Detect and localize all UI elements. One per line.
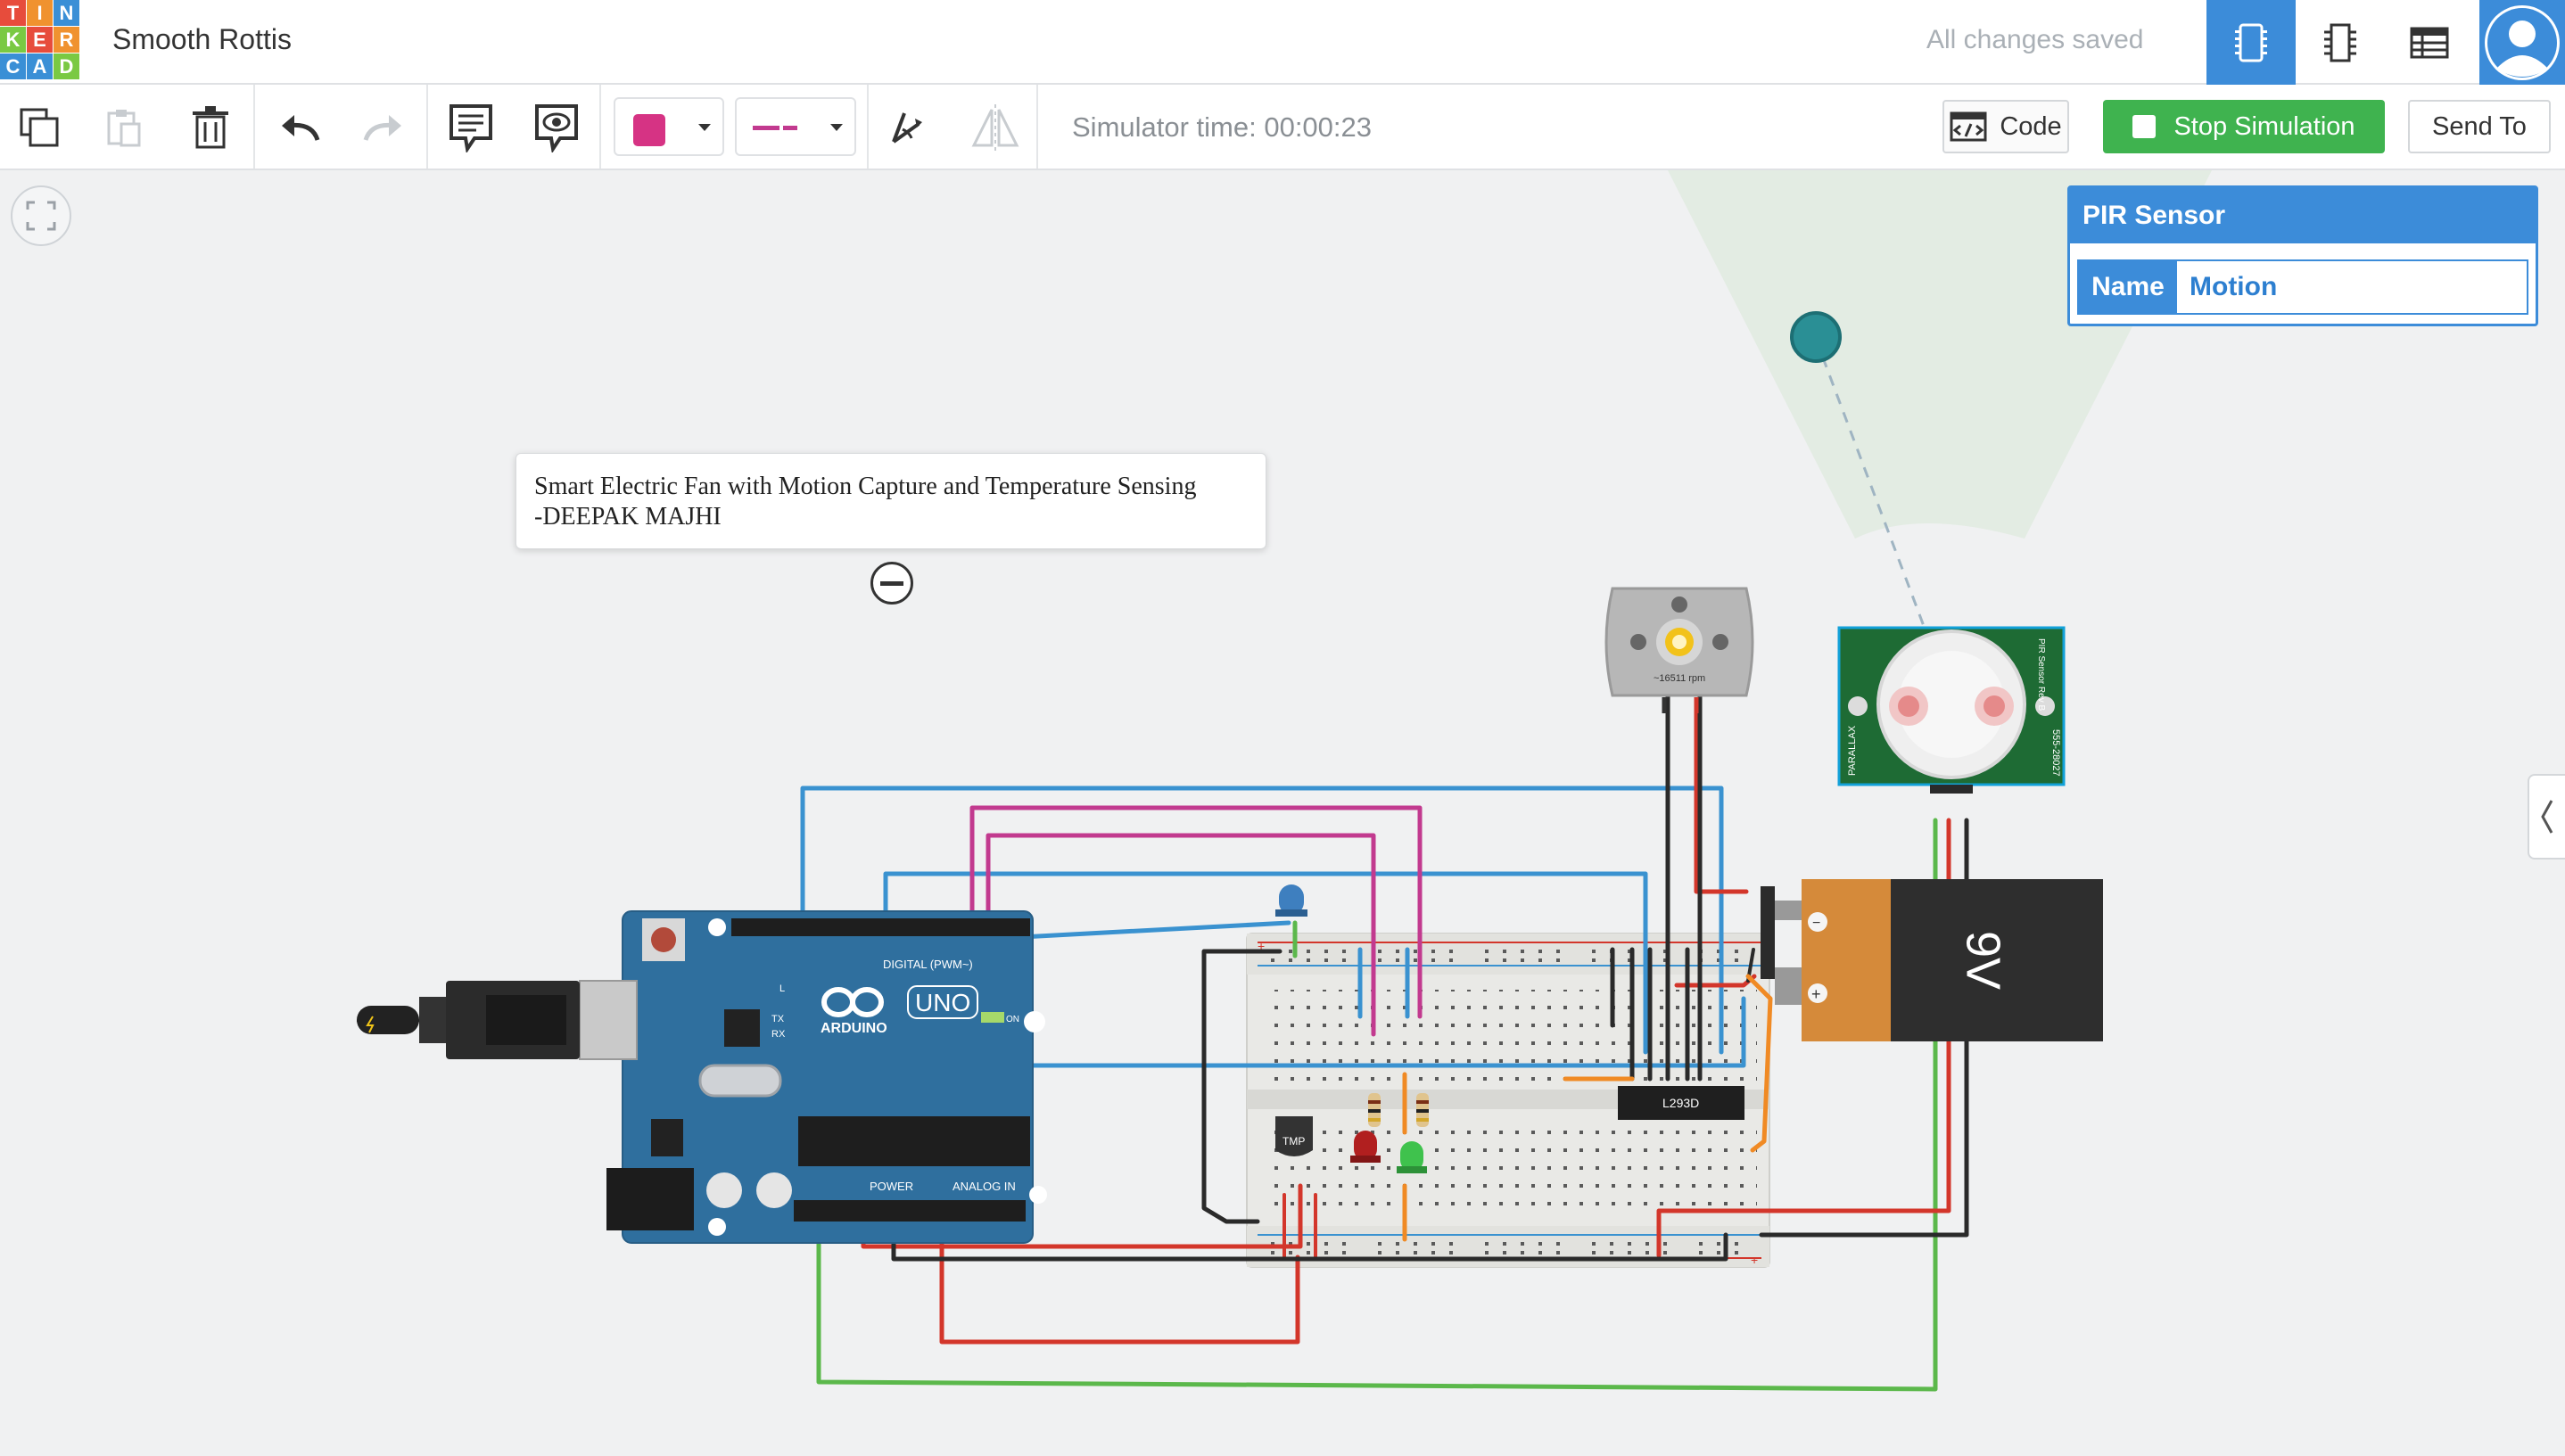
dc-motor[interactable]: ~16511 rpm — [1604, 587, 1754, 713]
arduino-brand: ARDUINO — [821, 1021, 887, 1036]
notes-visibility-icon — [535, 104, 578, 152]
flip-button[interactable] — [969, 101, 1022, 154]
chevron-down-icon — [830, 124, 843, 131]
arduino-model: UNO — [915, 989, 970, 1016]
user-avatar[interactable] — [2479, 0, 2565, 85]
paste-icon — [107, 110, 141, 147]
chevron-down-icon — [698, 124, 711, 131]
name-field-label: Name — [2079, 261, 2177, 313]
name-field-input[interactable]: Motion — [2177, 261, 2527, 313]
logo-letter: N — [54, 0, 79, 26]
pir-sensor[interactable]: PARALLAX 555-28027 PIR Sensor Rev B — [1837, 626, 2066, 794]
name-field[interactable]: Name Motion — [2077, 259, 2528, 315]
components-panel-toggle[interactable] — [2528, 774, 2565, 860]
notes-visibility-button[interactable] — [530, 101, 583, 154]
minus-icon — [880, 580, 903, 586]
motor-rpm-label: ~16511 rpm — [1654, 673, 1705, 684]
delete-icon — [193, 106, 228, 149]
user-icon — [2485, 4, 2560, 80]
flip-icon — [971, 104, 1019, 151]
pir-brand-label: PARALLAX — [1847, 725, 1858, 776]
rotate-icon — [892, 112, 922, 144]
copy-button[interactable] — [12, 101, 66, 154]
simulator-time: Simulator time: 00:00:23 — [1072, 111, 1373, 143]
blue-led[interactable] — [1275, 884, 1307, 917]
wire-color-swatch — [633, 114, 665, 146]
component-inspector: PIR Sensor Name Motion — [2067, 185, 2538, 326]
temperature-sensor[interactable]: TMP — [1275, 1116, 1313, 1156]
arduino-uno[interactable]: DIGITAL (PWM~) ARDUINO UNO ON TX RX L PO… — [606, 910, 1047, 1244]
temp-sensor-label: TMP — [1282, 1135, 1305, 1148]
undo-icon — [282, 115, 320, 141]
motion-target-handle[interactable] — [1790, 311, 1842, 363]
copy-icon — [20, 108, 59, 147]
undo-button[interactable] — [273, 101, 326, 154]
wire-color-picker[interactable] — [614, 97, 724, 156]
table-icon — [2410, 27, 2449, 58]
chip-icon — [2324, 23, 2356, 62]
tinkercad-logo[interactable]: T I N K E R C A D — [0, 0, 79, 79]
arduino-digital-label: DIGITAL (PWM~) — [883, 958, 973, 971]
code-label: Code — [2000, 111, 2062, 141]
logo-letter: K — [0, 27, 26, 53]
battery-plus-label: + — [1811, 985, 1821, 1003]
schematic-view-button[interactable] — [2296, 0, 2385, 85]
redo-button[interactable] — [357, 101, 410, 154]
note-collapse-button[interactable] — [870, 562, 913, 605]
battery-minus-label: − — [1812, 916, 1820, 931]
redo-icon — [363, 115, 401, 141]
arduino-analog-label: ANALOG IN — [953, 1180, 1016, 1193]
top-bar: T I N K E R C A D Smooth Rottis All chan… — [0, 0, 2565, 85]
note-line-1: Smart Electric Fan with Motion Capture a… — [534, 473, 1197, 500]
code-button[interactable]: Code — [1942, 100, 2069, 153]
code-editor-icon — [1950, 111, 1987, 142]
battery-9v[interactable]: − + 9V — [1761, 879, 2103, 1041]
logo-letter: D — [54, 53, 79, 79]
notes-icon — [449, 104, 492, 152]
svg-text:+: + — [1751, 1253, 1758, 1267]
circuit-view-button[interactable] — [2206, 0, 2296, 85]
usb-cable[interactable] — [357, 980, 638, 1060]
save-status: All changes saved — [1926, 25, 2144, 54]
logo-letter: I — [27, 0, 53, 26]
stop-simulation-label: Stop Simulation — [2173, 111, 2355, 141]
chevron-left-icon — [2541, 800, 2553, 834]
battery-label: 9V — [1957, 931, 2010, 990]
stop-icon — [2132, 115, 2157, 138]
logo-letter: T — [0, 0, 26, 26]
annotation-note[interactable]: Smart Electric Fan with Motion Capture a… — [515, 453, 1266, 549]
arduino-power-label: POWER — [870, 1180, 913, 1193]
delete-button[interactable] — [184, 101, 237, 154]
wire-type-picker[interactable] — [735, 97, 856, 156]
wire-style-icon — [753, 126, 797, 130]
logo-letter: R — [54, 27, 79, 53]
pir-part-label: 555-28027 — [2050, 729, 2061, 777]
logo-letter: A — [27, 53, 53, 79]
driver-ic-label: L293D — [1662, 1096, 1699, 1110]
resistor[interactable] — [1368, 1093, 1381, 1127]
send-to-button[interactable]: Send To — [2408, 100, 2551, 153]
stop-simulation-button[interactable]: Stop Simulation — [2103, 100, 2385, 153]
component-list-button[interactable] — [2385, 0, 2474, 85]
arduino-l-label: L — [779, 983, 785, 994]
notes-button[interactable] — [444, 101, 498, 154]
paste-button[interactable] — [96, 101, 150, 154]
logo-letter: E — [27, 27, 53, 53]
arduino-tx-label: TX — [771, 1014, 785, 1024]
arduino-rx-label: RX — [771, 1029, 786, 1040]
circuit-canvas[interactable]: + + DIGITAL (PWM~) ARDUINO UNO ON TX RX … — [0, 170, 2565, 1456]
resistor[interactable] — [1416, 1093, 1429, 1127]
arduino-on-label: ON — [1006, 1015, 1019, 1024]
design-title[interactable]: Smooth Rottis — [112, 23, 292, 56]
rotate-button[interactable] — [879, 101, 933, 154]
logo-letter: C — [0, 53, 26, 79]
breadboard-icon — [2235, 23, 2267, 62]
note-line-2: -DEEPAK MAJHI — [534, 503, 722, 531]
motor-driver-ic[interactable]: L293D — [1618, 1086, 1744, 1120]
inspector-title: PIR Sensor — [2070, 188, 2536, 243]
pir-model-label: PIR Sensor Rev B — [2036, 638, 2046, 711]
